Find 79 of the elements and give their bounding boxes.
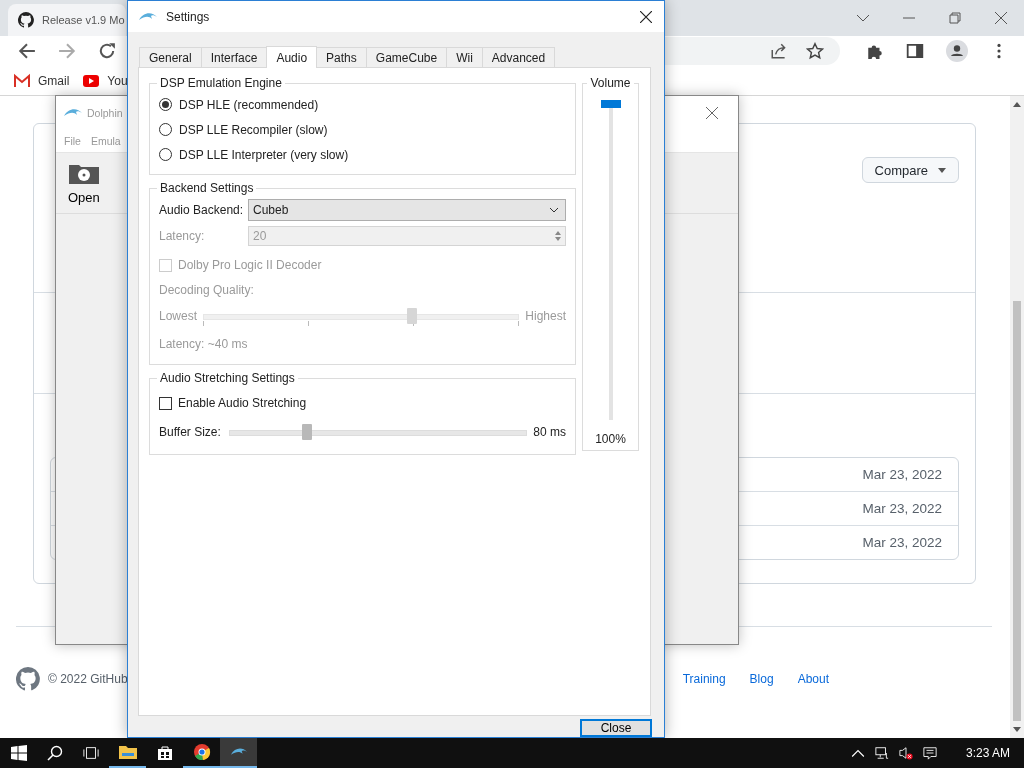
- field-label: Audio Backend:: [159, 203, 245, 217]
- clock-time[interactable]: 3:23 AM: [965, 746, 1010, 760]
- reload-icon[interactable]: [98, 42, 116, 61]
- checkbox-option[interactable]: Enable Audio Stretching: [159, 389, 566, 417]
- radio-label: DSP HLE (recommended): [179, 97, 319, 112]
- scroll-down-icon[interactable]: [1013, 727, 1021, 732]
- slider-max-label: Highest: [525, 309, 566, 323]
- radio-label: DSP LLE Recompiler (slow): [179, 122, 328, 137]
- open-button[interactable]: Open: [64, 161, 104, 205]
- folder-icon[interactable]: [118, 744, 137, 760]
- window-title: Dolphin: [87, 107, 123, 119]
- github-logo-icon[interactable]: [16, 667, 40, 691]
- slider-thumb[interactable]: [301, 424, 312, 440]
- copyright-text: © 2022 GitHub: [48, 672, 128, 686]
- compare-button[interactable]: Compare: [861, 157, 959, 183]
- footer-link[interactable]: About: [797, 672, 829, 686]
- release-date: Mar 23, 2022: [862, 535, 942, 550]
- browser-tab[interactable]: Release v1.9 Mo: [8, 3, 126, 36]
- task-view-icon[interactable]: [83, 745, 99, 761]
- radio-option[interactable]: DSP LLE Recompiler (slow): [159, 117, 566, 142]
- group-title: Backend Settings: [159, 181, 255, 195]
- dolphin-icon: [138, 10, 158, 23]
- checkbox[interactable]: [159, 396, 172, 410]
- radio-button[interactable]: [159, 148, 172, 161]
- caret-icon: [938, 167, 946, 173]
- field-label: Latency:: [159, 229, 206, 243]
- radio-button[interactable]: [159, 98, 172, 111]
- slider-value: 80 ms: [533, 425, 566, 439]
- close-button[interactable]: Close: [580, 719, 652, 737]
- settings-tab[interactable]: Advanced: [481, 47, 556, 67]
- spin-arrows-icon: [555, 230, 561, 242]
- scrollbar[interactable]: [1010, 96, 1024, 738]
- settings-tab[interactable]: General: [139, 47, 202, 67]
- scrollbar-thumb[interactable]: [1013, 301, 1021, 721]
- group-title: DSP Emulation Engine: [159, 76, 283, 90]
- radio-label: DSP LLE Interpreter (very slow): [179, 147, 349, 162]
- browser-icon[interactable]: [192, 744, 211, 760]
- footer-link[interactable]: Training: [682, 672, 726, 686]
- group-title: Volume: [589, 76, 632, 90]
- back-arrow-icon[interactable]: [18, 42, 36, 61]
- search-icon[interactable]: [47, 745, 63, 761]
- network-icon[interactable]: [874, 746, 889, 760]
- radio-option[interactable]: DSP HLE (recommended): [159, 92, 566, 117]
- group-title: Audio Stretching Settings: [159, 371, 296, 385]
- field-label: Decoding Quality:: [159, 282, 255, 299]
- notification-icon[interactable]: [922, 746, 937, 760]
- latency-note: Latency: ~40 ms: [159, 336, 249, 353]
- footer-link[interactable]: Blog: [749, 672, 774, 686]
- bookmark[interactable]: You: [83, 73, 128, 90]
- release-date: Mar 23, 2022: [862, 467, 942, 482]
- side-panel-icon[interactable]: [906, 42, 924, 61]
- video-play-icon: [83, 73, 100, 90]
- speaker-muted-icon[interactable]: [898, 746, 913, 760]
- bookmark[interactable]: Gmail: [14, 73, 70, 90]
- close-icon[interactable]: [640, 10, 652, 23]
- slider-thumb[interactable]: [600, 100, 621, 108]
- slider-min-label: Lowest: [159, 309, 198, 323]
- checkbox-label: Enable Audio Stretching: [178, 396, 307, 410]
- start-icon[interactable]: [11, 745, 27, 761]
- star-icon[interactable]: [806, 42, 824, 61]
- settings-tab[interactable]: Audio: [266, 46, 318, 68]
- dolphin-icon: [63, 107, 83, 119]
- chevron-down-icon: [549, 207, 559, 213]
- restore-icon[interactable]: [948, 10, 962, 25]
- profile-icon[interactable]: [946, 40, 968, 63]
- radio-button[interactable]: [159, 123, 172, 136]
- radio-option[interactable]: DSP LLE Interpreter (very slow): [159, 142, 566, 167]
- gmail-icon: [14, 73, 30, 90]
- checkbox-label: Dolby Pro Logic II Decoder: [178, 258, 322, 272]
- buffer-slider[interactable]: [229, 422, 528, 442]
- field-label: Buffer Size:: [159, 425, 222, 439]
- github-logo-icon: [18, 11, 34, 28]
- store-bag-icon[interactable]: [155, 745, 174, 761]
- volume-reading: 100%: [595, 432, 626, 446]
- scroll-up-icon[interactable]: [1013, 102, 1021, 107]
- backend-dropdown[interactable]: Cubeb: [248, 199, 566, 221]
- release-date: Mar 23, 2022: [862, 501, 942, 516]
- window-title: Settings: [166, 9, 210, 24]
- share-icon[interactable]: [770, 42, 788, 61]
